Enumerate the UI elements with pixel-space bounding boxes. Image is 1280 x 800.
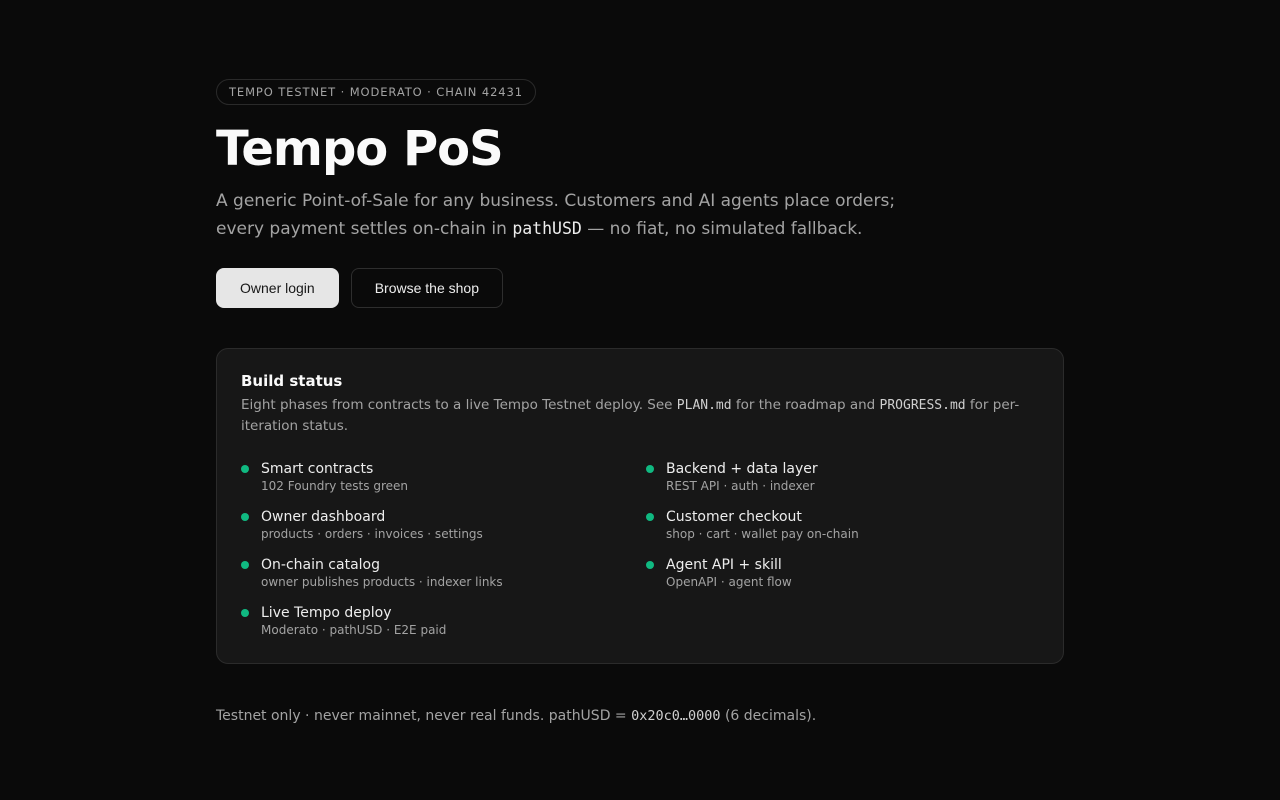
phase-item: Owner dashboard products · orders · invo… [241,508,646,546]
lead-text-2: — no fiat, no simulated fallback. [581,219,863,239]
progress-file-code: PROGRESS.md [879,398,966,413]
build-status-card: Build status Eight phases from contracts… [216,348,1064,664]
status-dot-icon [241,513,249,521]
phase-detail: owner publishes products · indexer links [261,575,503,589]
phase-detail: shop · cart · wallet pay on-chain [666,527,859,541]
build-status-description: Eight phases from contracts to a live Te… [241,395,1031,436]
status-dot-icon [241,609,249,617]
phase-item: Smart contracts 102 Foundry tests green [241,460,646,498]
phase-name: Agent API + skill [666,557,782,573]
browse-shop-button[interactable]: Browse the shop [350,268,503,308]
hero-actions: Owner login Browse the shop [216,268,1064,308]
network-badge: TEMPO TESTNET · MODERATO · CHAIN 42431 [216,79,536,105]
footer-note: Testnet only · never mainnet, never real… [216,705,1064,727]
phase-name: Backend + data layer [666,461,818,477]
landing-content: TEMPO TESTNET · MODERATO · CHAIN 42431 T… [216,79,1064,727]
build-status-title: Build status [241,372,343,390]
phase-detail: Moderato · pathUSD · E2E paid [261,623,447,637]
phase-item: Agent API + skill OpenAPI · agent flow [646,556,1036,594]
plan-file-code: PLAN.md [676,398,732,413]
footer-text-1: Testnet only · never mainnet, never real… [216,708,632,724]
phase-item: Backend + data layer REST API · auth · i… [646,460,1036,498]
status-dot-icon [646,465,654,473]
phase-detail: 102 Foundry tests green [261,479,408,493]
phase-name: Owner dashboard [261,509,386,525]
phase-detail: OpenAPI · agent flow [666,575,792,589]
phase-item: On-chain catalog owner publishes product… [241,556,646,594]
token-address-code: 0x20c0…0000 [631,708,721,724]
desc-text-1: Eight phases from contracts to a live Te… [241,397,677,413]
status-dot-icon [241,561,249,569]
phase-detail: REST API · auth · indexer [666,479,815,493]
status-dot-icon [241,465,249,473]
status-dot-icon [646,513,654,521]
phase-list: Smart contracts 102 Foundry tests green … [241,460,1039,642]
phase-detail: products · orders · invoices · settings [261,527,483,541]
status-dot-icon [646,561,654,569]
phase-name: Smart contracts [261,461,374,477]
phase-item: Customer checkout shop · cart · wallet p… [646,508,1036,546]
desc-text-2: for the roadmap and [731,397,880,413]
phase-item: Live Tempo deploy Moderato · pathUSD · E… [241,604,646,642]
page-title: Tempo PoS [216,121,504,177]
footer-text-2: (6 decimals). [720,708,817,724]
lead-token-code: pathUSD [512,219,582,238]
page-description: A generic Point-of-Sale for any business… [216,187,916,243]
phase-name: Live Tempo deploy [261,605,392,621]
owner-login-button[interactable]: Owner login [216,268,339,308]
phase-name: Customer checkout [666,509,802,525]
phase-name: On-chain catalog [261,557,380,573]
